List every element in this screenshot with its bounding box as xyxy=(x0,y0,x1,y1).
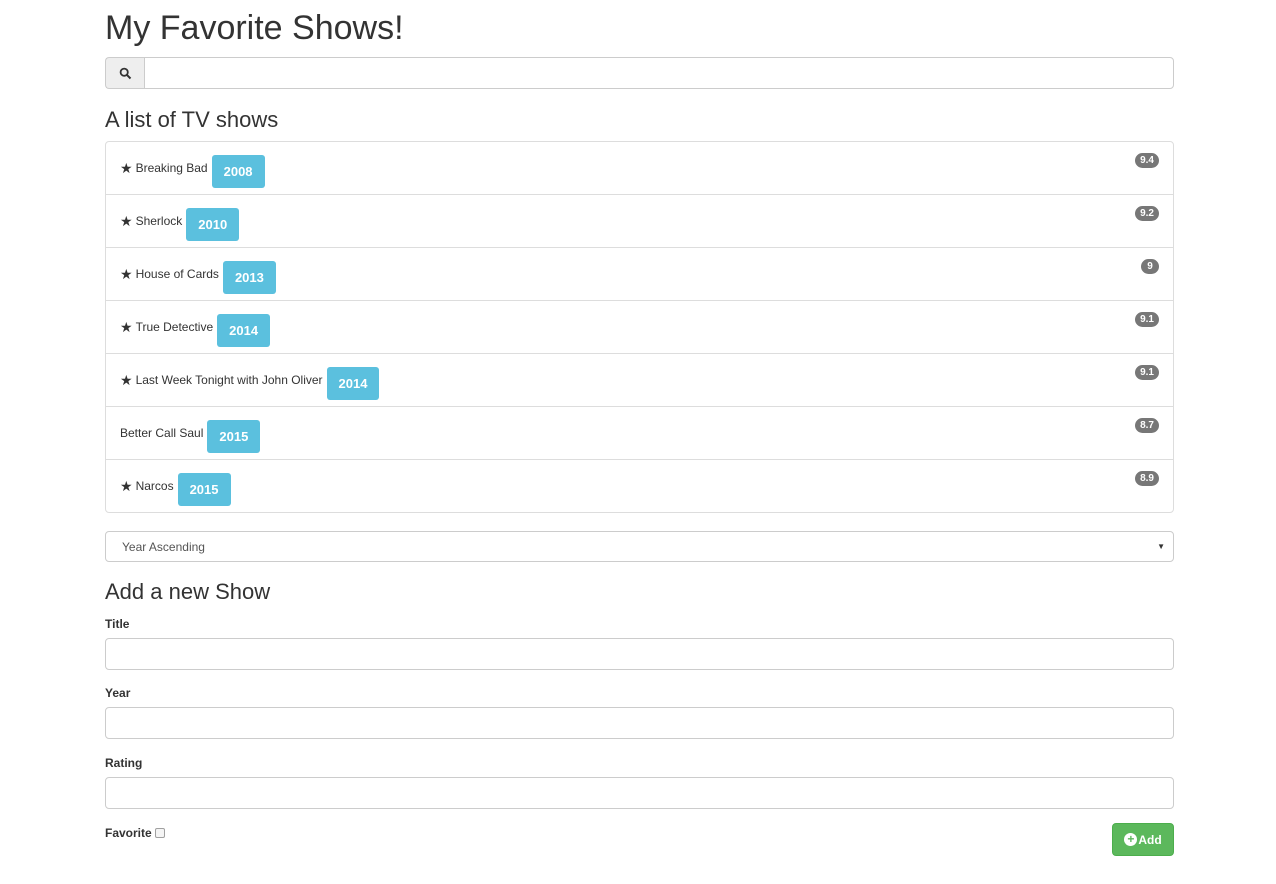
year-label: 2010 xyxy=(186,207,240,241)
show-list: ★ Breaking Bad 2008 9.4 ★ Sherlock 2010 9.2 ★ Hou… xyxy=(105,141,1174,513)
rating-label: Rating xyxy=(105,756,143,770)
year-label: 2014 xyxy=(326,366,380,400)
rating-badge: 9 xyxy=(1141,259,1159,274)
page-title: My Favorite Shows! xyxy=(105,9,404,47)
add-button-label: Add xyxy=(1138,832,1162,847)
show-title: Sherlock xyxy=(135,214,183,228)
list-heading: A list of TV shows xyxy=(105,107,279,132)
list-item[interactable]: ★ House of Cards 2013 9 xyxy=(106,247,1173,300)
year-label: 2015 xyxy=(177,472,231,506)
year-label: 2015 xyxy=(207,419,261,453)
plus-circle-icon: + xyxy=(1124,833,1138,846)
search-icon xyxy=(105,57,144,89)
favorite-row: Favorite xyxy=(105,826,165,840)
list-item[interactable]: ★ Sherlock 2010 9.2 xyxy=(106,194,1173,247)
star-icon: ★ xyxy=(120,478,133,494)
year-label: 2013 xyxy=(222,260,276,294)
list-item[interactable]: ★ Narcos 2015 8.9 xyxy=(106,459,1173,512)
star-icon: ★ xyxy=(120,160,133,176)
list-item[interactable]: ★ True Detective 2014 9.1 xyxy=(106,300,1173,353)
show-title: House of Cards xyxy=(135,267,219,281)
form-heading: Add a new Show xyxy=(105,579,271,604)
add-button[interactable]: + Add xyxy=(1112,823,1174,856)
star-icon: ★ xyxy=(120,213,133,229)
sort-select-value: Year Ascending xyxy=(122,539,205,554)
rating-input[interactable] xyxy=(105,777,1174,809)
favorite-checkbox[interactable] xyxy=(154,828,165,838)
list-item[interactable]: Better Call Saul 2015 8.7 xyxy=(106,406,1173,459)
favorite-label: Favorite xyxy=(105,826,152,840)
show-title: Better Call Saul xyxy=(120,426,204,440)
star-icon: ★ xyxy=(120,372,133,388)
sort-select[interactable]: Year Ascending ▼ xyxy=(105,531,1174,562)
list-item[interactable]: ★ Breaking Bad 2008 9.4 xyxy=(106,142,1173,194)
rating-badge: 9.1 xyxy=(1135,312,1159,327)
year-label: 2008 xyxy=(211,154,265,188)
rating-badge: 8.9 xyxy=(1135,471,1159,486)
show-title: True Detective xyxy=(135,320,214,334)
show-title: Narcos xyxy=(135,479,174,493)
year-input[interactable] xyxy=(105,707,1174,739)
star-icon: ★ xyxy=(120,319,133,335)
show-title: Breaking Bad xyxy=(135,161,208,175)
year-label: 2014 xyxy=(217,313,271,347)
rating-badge: 9.4 xyxy=(1135,153,1159,168)
show-title: Last Week Tonight with John Oliver xyxy=(135,373,323,387)
rating-badge: 8.7 xyxy=(1135,418,1159,433)
rating-badge: 9.2 xyxy=(1135,206,1159,221)
list-item[interactable]: ★ Last Week Tonight with John Oliver 2014 9… xyxy=(106,353,1173,406)
rating-badge: 9.1 xyxy=(1135,365,1159,380)
search-input[interactable] xyxy=(144,57,1174,89)
title-input[interactable] xyxy=(105,638,1174,670)
title-label: Title xyxy=(105,617,130,631)
search-group xyxy=(105,57,1174,89)
caret-down-icon: ▼ xyxy=(1157,542,1165,551)
star-icon: ★ xyxy=(120,266,133,282)
year-label: Year xyxy=(105,686,131,700)
